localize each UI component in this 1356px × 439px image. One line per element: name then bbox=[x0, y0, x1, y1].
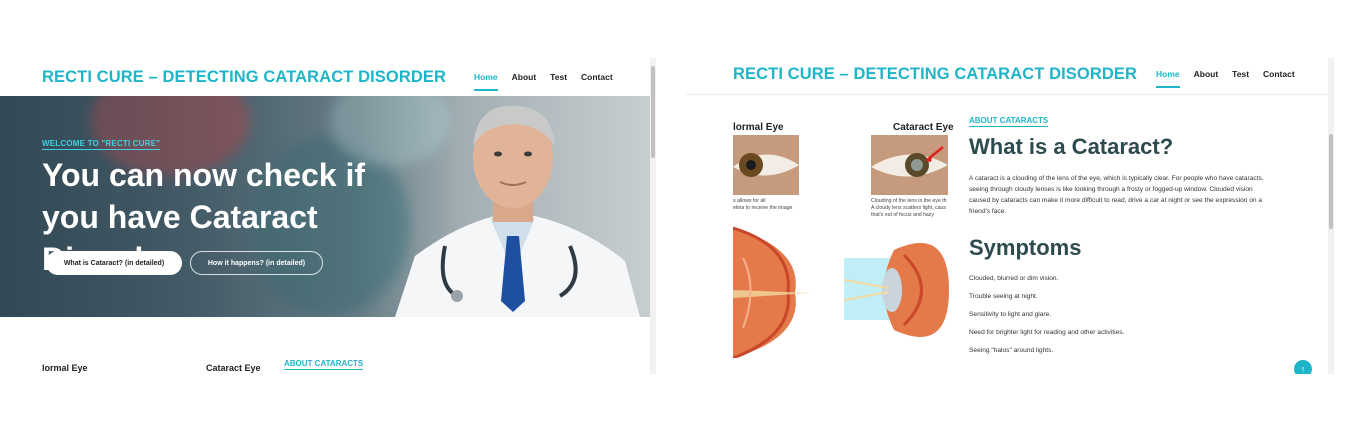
nav-home[interactable]: Home bbox=[1156, 69, 1180, 88]
nav-contact[interactable]: Contact bbox=[1263, 69, 1295, 79]
what-is-cataract-heading: What is a Cataract? bbox=[969, 134, 1174, 159]
what-is-cataract-button[interactable]: What is Cataract? (in detailed) bbox=[46, 251, 182, 275]
cataract-eye-label: Cataract Eye bbox=[206, 363, 261, 373]
scrollbar-thumb[interactable] bbox=[1329, 134, 1333, 229]
symptoms-heading: Symptoms bbox=[969, 235, 1082, 260]
normal-eye-label: lormal Eye bbox=[42, 363, 88, 373]
nav-contact[interactable]: Contact bbox=[581, 72, 613, 82]
site-brand[interactable]: RECTI CURE – DETECTING CATARACT DISORDER bbox=[733, 65, 1137, 84]
symptom-item: Clouded, blurred or dim vision. bbox=[969, 275, 1059, 282]
right-browser-panel: RECTI CURE – DETECTING CATARACT DISORDER… bbox=[686, 58, 1334, 374]
nav-test[interactable]: Test bbox=[1232, 69, 1249, 79]
hero-banner: WELCOME TO "RECTI CURE" You can now chec… bbox=[0, 96, 650, 317]
nav-home[interactable]: Home bbox=[474, 72, 498, 91]
about-cataracts-tag[interactable]: ABOUT CATARACTS bbox=[969, 116, 1049, 127]
cataract-eye-diagram bbox=[844, 243, 949, 337]
symptom-item: Sensitivity to light and glare. bbox=[969, 311, 1052, 318]
normal-eye-label: lormal Eye bbox=[733, 122, 784, 133]
how-it-happens-button[interactable]: How it happens? (in detailed) bbox=[190, 251, 323, 275]
symptom-item: Trouble seeing at night. bbox=[969, 293, 1038, 300]
symptom-item: Need for brighter light for reading and … bbox=[969, 329, 1125, 336]
site-header: RECTI CURE – DETECTING CATARACT DISORDER… bbox=[0, 58, 656, 96]
scrollbar-thumb[interactable] bbox=[651, 66, 655, 158]
arrow-up-icon: ↑ bbox=[1300, 364, 1306, 374]
normal-eye-diagram bbox=[733, 226, 811, 358]
cataract-eye-label: Cataract Eye bbox=[893, 122, 954, 133]
scrollbar[interactable] bbox=[1328, 58, 1334, 374]
symptom-item: Seeing "halos" around lights. bbox=[969, 347, 1054, 354]
normal-eye-illustration bbox=[733, 153, 799, 177]
header-divider bbox=[686, 94, 1334, 95]
cataract-description: A cataract is a clouding of the lens of … bbox=[969, 175, 1264, 215]
normal-eye-image bbox=[733, 135, 799, 195]
scrollbar[interactable] bbox=[650, 58, 656, 374]
site-header: RECTI CURE – DETECTING CATARACT DISORDER… bbox=[686, 58, 1334, 96]
doctor-image bbox=[395, 105, 640, 317]
cataract-eye-caption: Clouding of the lens in the eye th A clo… bbox=[871, 198, 947, 218]
left-browser-panel: RECTI CURE – DETECTING CATARACT DISORDER… bbox=[0, 58, 656, 374]
hero-welcome: WELCOME TO "RECTI CURE" bbox=[42, 139, 161, 150]
cataract-eye-illustration bbox=[871, 146, 948, 177]
site-brand[interactable]: RECTI CURE – DETECTING CATARACT DISORDER bbox=[42, 68, 446, 87]
scroll-to-top-button[interactable]: ↑ bbox=[1294, 360, 1312, 374]
main-nav: Home About Test Contact bbox=[1156, 69, 1295, 88]
nav-test[interactable]: Test bbox=[550, 72, 567, 82]
about-cataracts-tag[interactable]: ABOUT CATARACTS bbox=[284, 359, 364, 370]
cataract-eye-image bbox=[871, 135, 948, 195]
nav-about[interactable]: About bbox=[1194, 69, 1219, 79]
nav-about[interactable]: About bbox=[512, 72, 537, 82]
normal-eye-caption: s allows for all etina to receive the im… bbox=[733, 198, 793, 211]
main-nav: Home About Test Contact bbox=[474, 72, 613, 91]
